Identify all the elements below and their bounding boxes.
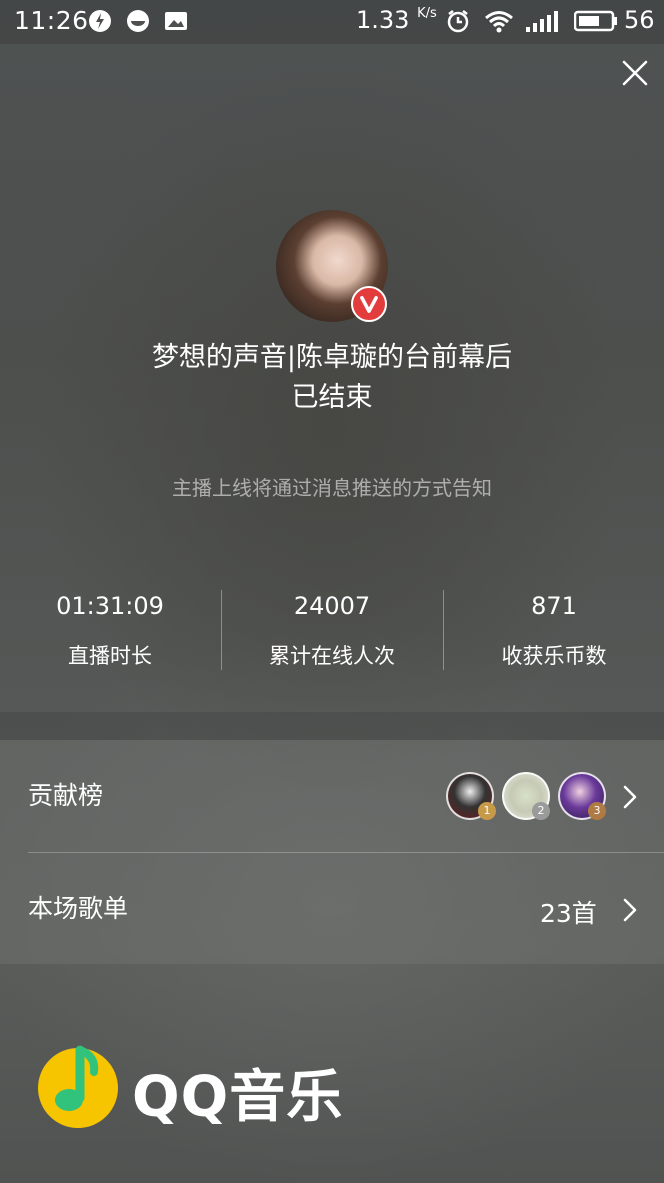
- close-icon[interactable]: [620, 58, 650, 88]
- push-notice: 主播上线将通过消息推送的方式告知: [172, 476, 492, 500]
- stat-duration: 01:31:09 直播时长: [0, 586, 220, 676]
- contributors-label: 贡献榜: [28, 781, 104, 810]
- stat-value: 871: [531, 592, 577, 620]
- network-speed: 1.33 K/s: [356, 6, 437, 34]
- rank-badge: 1: [478, 802, 496, 820]
- battery-icon: [574, 10, 617, 32]
- stat-label: 直播时长: [68, 644, 152, 668]
- playlist-count: 23首: [540, 899, 597, 928]
- chevron-right-icon[interactable]: [620, 895, 640, 925]
- v-verified-icon: [351, 286, 387, 322]
- qq-music-icon: [38, 1045, 118, 1128]
- app-notification-icon: [127, 10, 149, 32]
- chevron-right-icon[interactable]: [620, 782, 640, 812]
- battery-level: 56: [624, 6, 655, 34]
- image-notification-icon: [165, 12, 187, 30]
- logo-text: QQ音乐: [132, 1065, 344, 1130]
- stat-value: 24007: [293, 592, 371, 620]
- stat-label: 累计在线人次: [269, 644, 395, 668]
- live-status: 已结束: [291, 382, 373, 413]
- signal-icon: [526, 11, 558, 32]
- wifi-icon: [485, 11, 513, 33]
- status-time: 11:26: [14, 6, 89, 35]
- playlist-label: 本场歌单: [28, 894, 129, 923]
- rank-badge: 3: [588, 802, 606, 820]
- qq-music-logo: QQ音乐: [36, 1040, 356, 1130]
- stats-section: 01:31:09 直播时长 24007 累计在线人次 871 收获乐币数: [0, 586, 664, 676]
- rank-badge: 2: [532, 802, 550, 820]
- alarm-icon: [447, 10, 469, 33]
- notification-icon: [89, 10, 111, 32]
- stat-viewers: 24007 累计在线人次: [222, 586, 442, 676]
- status-bar: 11:26 1.33 K/s 56: [0, 0, 664, 44]
- host-avatar-wrap[interactable]: [276, 210, 388, 322]
- stat-value: 01:31:09: [56, 592, 164, 620]
- stat-coins: 871 收获乐币数: [444, 586, 664, 676]
- stat-label: 收获乐币数: [501, 644, 607, 668]
- section-gap: [0, 712, 664, 740]
- live-title: 梦想的声音|陈卓璇的台前幕后: [151, 342, 513, 373]
